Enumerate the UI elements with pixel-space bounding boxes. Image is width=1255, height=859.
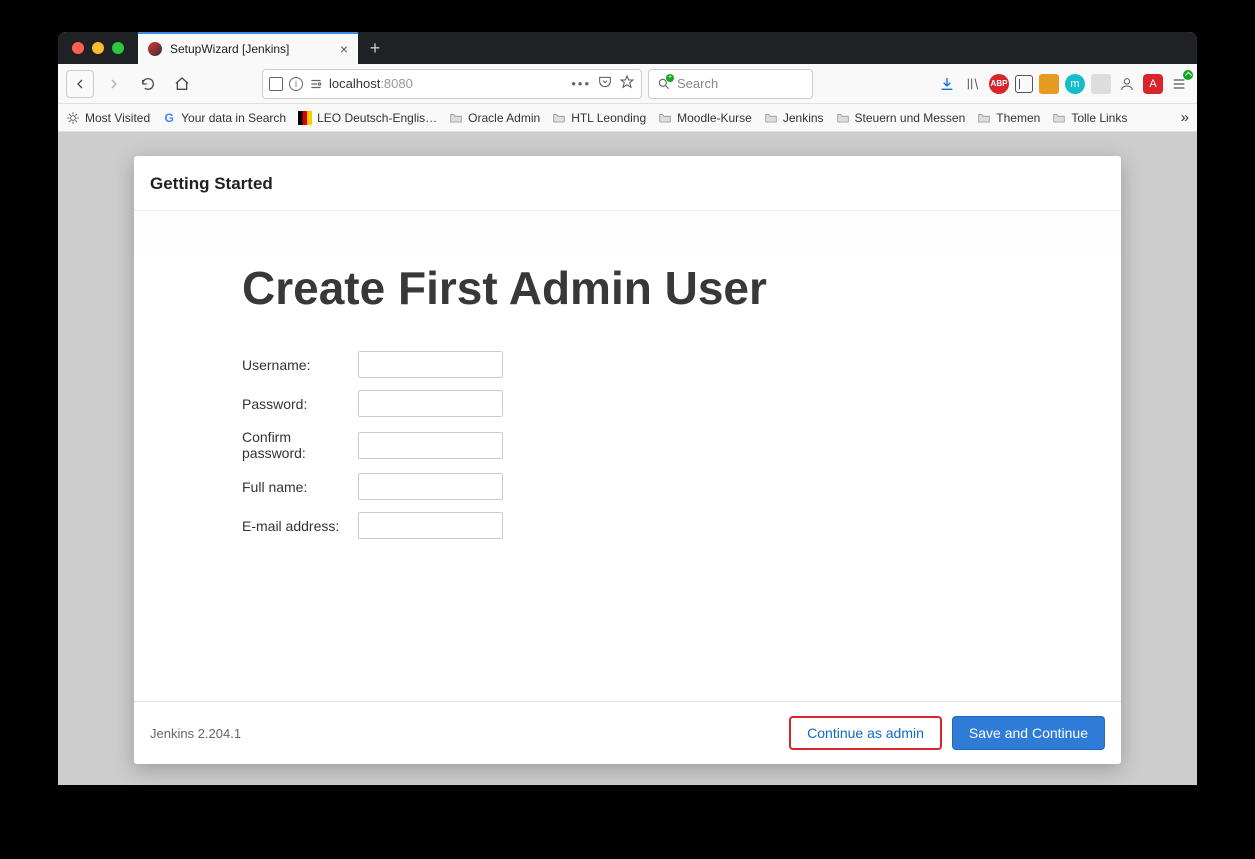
hamburger-menu-icon[interactable] — [1169, 74, 1189, 94]
email-input[interactable] — [358, 512, 503, 539]
email-label: E-mail address: — [242, 518, 358, 534]
wizard-header: Getting Started — [134, 156, 1121, 211]
adblock-icon[interactable]: ABP — [989, 74, 1009, 94]
save-and-continue-button[interactable]: Save and Continue — [952, 716, 1105, 750]
window-controls — [58, 32, 138, 64]
jenkins-favicon — [148, 42, 162, 56]
password-input[interactable] — [358, 390, 503, 417]
minimize-window-button[interactable] — [92, 42, 104, 54]
address-bar[interactable]: i localhost:8080 ••• — [262, 69, 642, 99]
leo-icon — [298, 111, 312, 125]
extension-icon-1[interactable] — [1039, 74, 1059, 94]
jenkins-version: Jenkins 2.204.1 — [150, 726, 241, 741]
bookmarks-overflow-icon[interactable]: » — [1181, 109, 1189, 126]
url-text: localhost:8080 — [329, 76, 565, 91]
folder-icon — [977, 111, 991, 125]
folder-icon — [449, 111, 463, 125]
setup-wizard: Getting Started Create First Admin User … — [134, 156, 1121, 764]
search-placeholder: Search — [677, 76, 718, 91]
wizard-body: Create First Admin User Username: Passwo… — [134, 211, 1121, 701]
permissions-icon[interactable] — [309, 77, 323, 91]
folder-icon — [836, 111, 850, 125]
tab-bar: SetupWizard [Jenkins] × + — [58, 32, 1197, 64]
folder-icon — [658, 111, 672, 125]
forward-button[interactable] — [100, 70, 128, 98]
toolbar-extensions: ABP m A — [937, 74, 1189, 94]
folder-icon — [764, 111, 778, 125]
tracking-protection-icon[interactable] — [269, 77, 283, 91]
new-tab-button[interactable]: + — [358, 32, 392, 64]
bookmark-star-icon[interactable] — [619, 74, 635, 93]
downloads-icon[interactable] — [937, 74, 957, 94]
browser-tab[interactable]: SetupWizard [Jenkins] × — [138, 32, 358, 64]
reader-icon[interactable] — [1015, 75, 1033, 93]
extension-icon-4[interactable]: A — [1143, 74, 1163, 94]
search-bar[interactable]: + Search — [648, 69, 813, 99]
browser-window: SetupWizard [Jenkins] × + i localhost:80… — [58, 32, 1197, 785]
password-label: Password: — [242, 396, 358, 412]
bookmark-most-visited[interactable]: Most Visited — [66, 111, 150, 125]
page-actions-icon[interactable]: ••• — [571, 76, 591, 91]
reload-button[interactable] — [134, 70, 162, 98]
bookmark-tolle-links[interactable]: Tolle Links — [1052, 111, 1127, 125]
close-window-button[interactable] — [72, 42, 84, 54]
form-row-confirm-password: Confirm password: — [242, 429, 1121, 461]
bookmark-themen[interactable]: Themen — [977, 111, 1040, 125]
star-icon — [66, 111, 80, 125]
bookmark-moodle-kurse[interactable]: Moodle-Kurse — [658, 111, 752, 125]
pocket-icon[interactable] — [597, 74, 613, 93]
search-icon: + — [657, 77, 671, 91]
folder-icon — [1052, 111, 1066, 125]
bookmark-leo[interactable]: LEO Deutsch-Englis… — [298, 111, 437, 125]
bookmark-jenkins[interactable]: Jenkins — [764, 111, 824, 125]
bookmark-google[interactable]: G Your data in Search — [162, 111, 286, 125]
maximize-window-button[interactable] — [112, 42, 124, 54]
bookmarks-bar: Most Visited G Your data in Search LEO D… — [58, 104, 1197, 132]
home-button[interactable] — [168, 70, 196, 98]
bookmark-oracle-admin[interactable]: Oracle Admin — [449, 111, 540, 125]
bookmark-steuern-und-messen[interactable]: Steuern und Messen — [836, 111, 966, 125]
browser-toolbar: i localhost:8080 ••• + Search ABP m A — [58, 64, 1197, 104]
back-button[interactable] — [66, 70, 94, 98]
form-row-fullname: Full name: — [242, 473, 1121, 500]
library-icon[interactable] — [963, 74, 983, 94]
form-row-username: Username: — [242, 351, 1121, 378]
form-row-password: Password: — [242, 390, 1121, 417]
google-icon: G — [162, 111, 176, 125]
wizard-title: Create First Admin User — [242, 261, 1121, 315]
form-row-email: E-mail address: — [242, 512, 1121, 539]
bookmark-htl-leonding[interactable]: HTL Leonding — [552, 111, 646, 125]
extension-icon-3[interactable] — [1091, 74, 1111, 94]
fullname-input[interactable] — [358, 473, 503, 500]
close-tab-icon[interactable]: × — [340, 41, 348, 57]
site-info-icon[interactable]: i — [289, 77, 303, 91]
extension-icon-2[interactable]: m — [1065, 74, 1085, 94]
wizard-footer: Jenkins 2.204.1 Continue as admin Save a… — [134, 701, 1121, 764]
folder-icon — [552, 111, 566, 125]
confirm-password-label: Confirm password: — [242, 429, 358, 461]
fullname-label: Full name: — [242, 479, 358, 495]
tab-title: SetupWizard [Jenkins] — [170, 42, 332, 56]
username-input[interactable] — [358, 351, 503, 378]
confirm-password-input[interactable] — [358, 432, 503, 459]
continue-as-admin-button[interactable]: Continue as admin — [789, 716, 942, 750]
account-icon[interactable] — [1117, 74, 1137, 94]
username-label: Username: — [242, 357, 358, 373]
page-content: Getting Started Create First Admin User … — [58, 132, 1197, 785]
